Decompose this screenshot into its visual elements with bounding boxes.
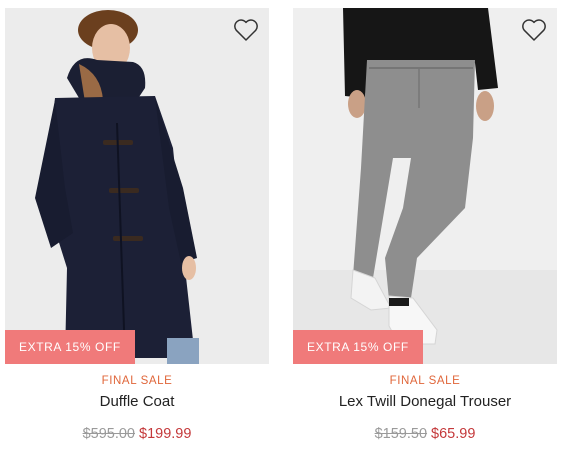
wishlist-button[interactable] xyxy=(521,18,547,42)
product-image[interactable]: EXTRA 15% OFF xyxy=(5,8,269,364)
product-photo xyxy=(5,8,269,364)
product-image[interactable]: EXTRA 15% OFF xyxy=(293,8,557,364)
final-sale-label: FINAL SALE xyxy=(101,375,173,387)
heart-outline-icon xyxy=(522,19,546,41)
product-card[interactable]: EXTRA 15% OFF FINAL SALE Duffle Coat $59… xyxy=(5,8,269,443)
product-name[interactable]: Lex Twill Donegal Trouser xyxy=(293,392,557,412)
price-group: $159.50 $65.99 xyxy=(293,425,557,443)
promo-badge: EXTRA 15% OFF xyxy=(5,330,135,364)
product-name[interactable]: Duffle Coat xyxy=(5,392,269,412)
final-sale-label: FINAL SALE xyxy=(389,375,461,387)
wishlist-button[interactable] xyxy=(233,18,259,42)
original-price: $595.00 xyxy=(82,426,135,442)
heart-outline-icon xyxy=(234,19,258,41)
promo-badge: EXTRA 15% OFF xyxy=(293,330,423,364)
price-group: $595.00 $199.99 xyxy=(5,425,269,443)
original-price: $159.50 xyxy=(374,426,428,442)
product-photo xyxy=(293,8,557,364)
sale-price: $65.99 xyxy=(431,426,476,442)
product-card[interactable]: EXTRA 15% OFF FINAL SALE Lex Twill Doneg… xyxy=(293,8,557,443)
sale-price: $199.99 xyxy=(139,426,192,442)
